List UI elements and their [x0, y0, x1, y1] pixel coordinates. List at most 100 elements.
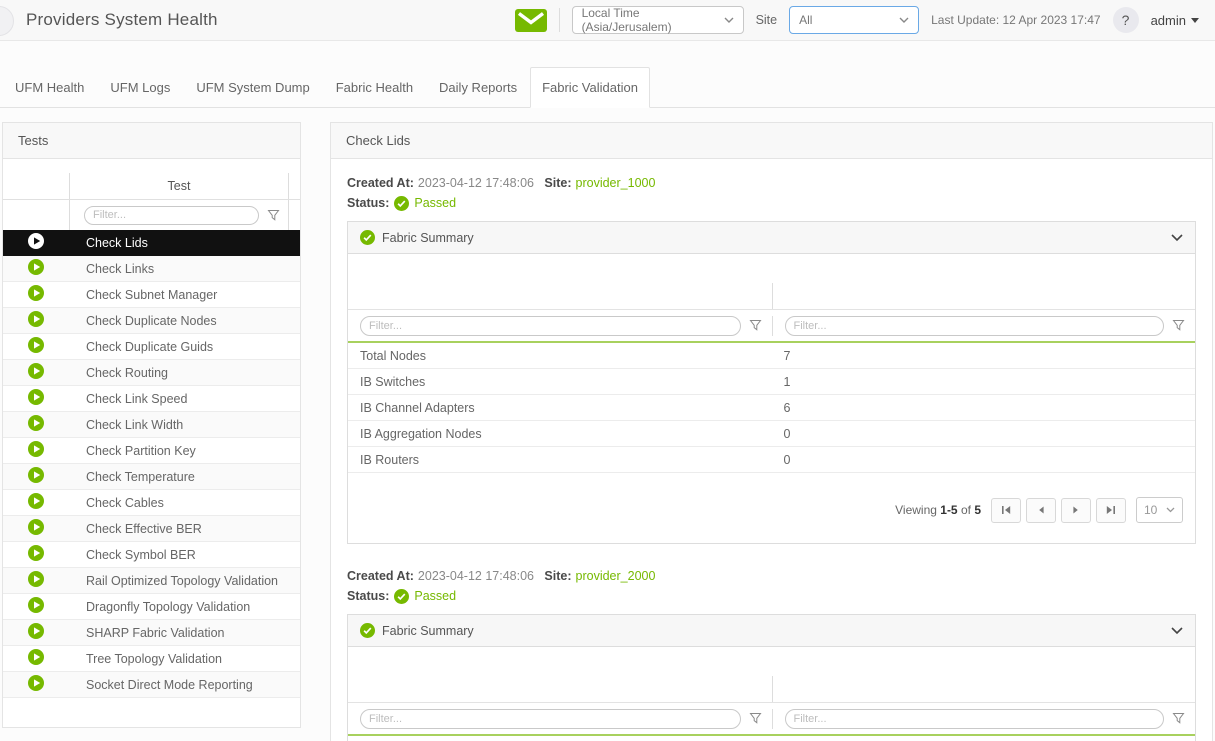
pager-buttons	[991, 497, 1126, 523]
site-label: Site:	[544, 569, 572, 583]
test-row-check-partition-key[interactable]: Check Partition Key	[3, 438, 300, 464]
created-at-value: 2023-04-12 17:48:06	[417, 569, 534, 583]
test-column-header[interactable]: Test	[69, 173, 289, 199]
tab-ufm-health[interactable]: UFM Health	[2, 68, 97, 107]
play-icon[interactable]	[28, 493, 44, 512]
play-icon[interactable]	[28, 571, 44, 590]
tab-ufm-logs[interactable]: UFM Logs	[97, 68, 183, 107]
site-link[interactable]: provider_1000	[576, 176, 656, 190]
test-row-check-cables[interactable]: Check Cables	[3, 490, 300, 516]
test-label: SHARP Fabric Validation	[86, 625, 225, 640]
results-panel-title: Check Lids	[331, 123, 1212, 159]
prev-page-button[interactable]	[1026, 497, 1056, 523]
tab-daily-reports[interactable]: Daily Reports	[426, 68, 530, 107]
test-label: Tree Topology Validation	[86, 651, 222, 666]
play-icon[interactable]	[28, 259, 44, 278]
caret-down-icon	[1191, 17, 1199, 23]
test-row-dragonfly-topology-validation[interactable]: Dragonfly Topology Validation	[3, 594, 300, 620]
play-icon[interactable]	[28, 519, 44, 538]
chevron-down-icon[interactable]	[1171, 626, 1183, 635]
site-select[interactable]: All	[789, 6, 920, 34]
test-label: Check Duplicate Nodes	[86, 313, 217, 328]
status-value: Passed	[414, 589, 457, 603]
play-icon[interactable]	[28, 363, 44, 382]
created-at-label: Created At:	[347, 569, 414, 583]
play-icon[interactable]	[28, 389, 44, 408]
summary-name-filter-input[interactable]	[360, 315, 741, 336]
test-row-tree-topology-validation[interactable]: Tree Topology Validation	[3, 646, 300, 672]
row-name: IB Switches	[360, 374, 426, 389]
nav-toggle-button[interactable]	[0, 6, 14, 36]
next-page-button[interactable]	[1061, 497, 1091, 523]
row-name: Total Nodes	[360, 348, 427, 363]
test-row-check-subnet-manager[interactable]: Check Subnet Manager	[3, 282, 300, 308]
chevron-down-icon[interactable]	[1171, 233, 1183, 242]
test-label: Check Cables	[86, 495, 164, 510]
play-icon[interactable]	[28, 467, 44, 486]
row-name: IB Routers	[360, 452, 420, 467]
test-row-check-routing[interactable]: Check Routing	[3, 360, 300, 386]
fabric-summary-accordion-header[interactable]: Fabric Summary	[348, 615, 1195, 647]
test-row-check-duplicate-nodes[interactable]: Check Duplicate Nodes	[3, 308, 300, 334]
play-icon[interactable]	[28, 337, 44, 356]
test-row-check-effective-ber[interactable]: Check Effective BER	[3, 516, 300, 542]
tests-panel-title: Tests	[3, 123, 300, 159]
timezone-value: Local Time (Asia/Jerusalem)	[581, 6, 672, 34]
row-value: 7	[783, 348, 791, 363]
test-row-check-links[interactable]: Check Links	[3, 256, 300, 282]
play-icon[interactable]	[28, 675, 44, 694]
test-row-sharp-fabric-validation[interactable]: SHARP Fabric Validation	[3, 620, 300, 646]
tests-filter-input[interactable]	[84, 205, 259, 225]
play-icon[interactable]	[28, 233, 44, 252]
summary-value-filter-input[interactable]	[784, 315, 1164, 336]
check-circle-icon	[360, 623, 375, 638]
page-size-value: 10	[1144, 503, 1158, 517]
first-page-button[interactable]	[991, 497, 1021, 523]
fabric-summary-accordion-header[interactable]: Fabric Summary	[348, 222, 1195, 254]
filter-funnel-icon[interactable]	[1172, 712, 1185, 725]
tab-fabric-health[interactable]: Fabric Health	[323, 68, 426, 107]
user-menu[interactable]: admin	[1151, 13, 1199, 28]
play-icon[interactable]	[28, 415, 44, 434]
play-icon[interactable]	[28, 545, 44, 564]
play-icon[interactable]	[28, 441, 44, 460]
tab-ufm-system-dump[interactable]: UFM System Dump	[183, 68, 322, 107]
filter-funnel-icon[interactable]	[748, 712, 762, 725]
test-row-rail-optimized-topology-validation[interactable]: Rail Optimized Topology Validation	[3, 568, 300, 594]
test-row-socket-direct-mode-reporting[interactable]: Socket Direct Mode Reporting	[3, 672, 300, 698]
last-page-button[interactable]	[1096, 497, 1126, 523]
tab-fabric-validation[interactable]: Fabric Validation	[530, 67, 650, 108]
topbar-actions: Local Time (Asia/Jerusalem) Site All Las…	[514, 6, 1199, 34]
timezone-select[interactable]: Local Time (Asia/Jerusalem)	[571, 6, 744, 34]
test-row-check-link-speed[interactable]: Check Link Speed	[3, 386, 300, 412]
summary-filter-row	[348, 310, 1195, 341]
envelope-icon[interactable]	[514, 8, 547, 32]
test-label: Check Link Speed	[86, 391, 188, 406]
status-label: Status:	[347, 589, 390, 603]
play-icon[interactable]	[28, 285, 44, 304]
test-row-check-lids[interactable]: Check Lids	[3, 230, 300, 256]
tests-filter-row	[3, 200, 300, 230]
created-at-line: Created At: 2023-04-12 17:48:06 Site: prov…	[347, 566, 1196, 586]
page-title: Providers System Health	[26, 10, 218, 29]
test-row-check-symbol-ber[interactable]: Check Symbol BER	[3, 542, 300, 568]
result-section-provider-1000: Created At: 2023-04-12 17:48:06 Site: prov…	[347, 173, 1196, 544]
play-icon[interactable]	[28, 311, 44, 330]
site-link[interactable]: provider_2000	[576, 569, 656, 583]
summary-name-filter-input[interactable]	[360, 708, 741, 729]
filter-funnel-icon[interactable]	[1172, 319, 1185, 332]
check-circle-icon	[394, 588, 410, 604]
test-row-check-temperature[interactable]: Check Temperature	[3, 464, 300, 490]
help-button[interactable]: ?	[1112, 7, 1139, 33]
test-row-check-link-width[interactable]: Check Link Width	[3, 412, 300, 438]
play-icon[interactable]	[28, 623, 44, 642]
play-icon[interactable]	[28, 597, 44, 616]
page-size-select[interactable]: 10	[1136, 497, 1183, 523]
filter-funnel-icon[interactable]	[748, 319, 762, 332]
filter-funnel-icon[interactable]	[267, 209, 280, 222]
summary-value-filter-input[interactable]	[784, 708, 1164, 729]
accordion-title: Fabric Summary	[382, 623, 474, 638]
row-value: 1	[783, 374, 791, 389]
play-icon[interactable]	[28, 649, 44, 668]
test-row-check-duplicate-guids[interactable]: Check Duplicate Guids	[3, 334, 300, 360]
